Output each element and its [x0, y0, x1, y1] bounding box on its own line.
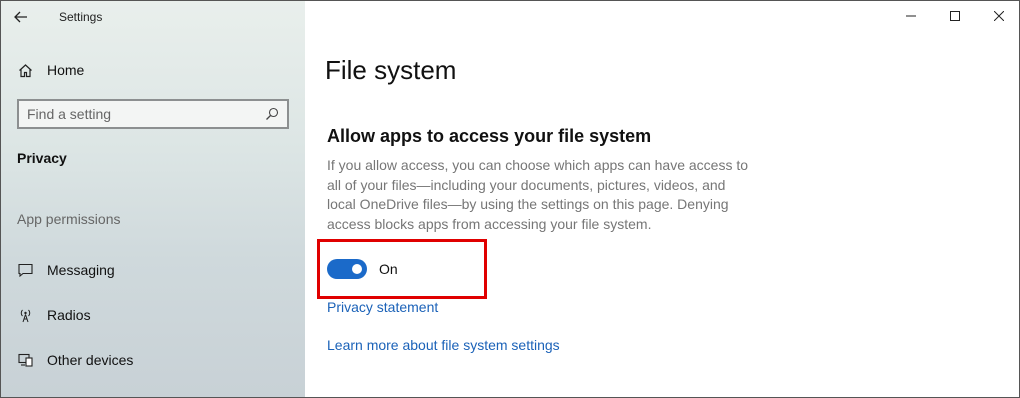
- titlebar-left: Settings: [1, 1, 305, 33]
- sidebar-item-messaging[interactable]: Messaging: [17, 259, 115, 281]
- search-box[interactable]: [17, 99, 289, 129]
- toggle-state-label: On: [379, 261, 398, 277]
- sidebar-item-home[interactable]: Home: [17, 59, 84, 81]
- devices-icon: [17, 352, 33, 368]
- back-arrow-icon: [14, 11, 27, 23]
- file-system-access-toggle[interactable]: [327, 259, 367, 279]
- sidebar-item-label: Other devices: [47, 352, 134, 368]
- search-input[interactable]: [27, 106, 265, 122]
- back-button[interactable]: [1, 1, 41, 33]
- learn-more-link[interactable]: Learn more about file system settings: [327, 337, 560, 353]
- privacy-statement-link[interactable]: Privacy statement: [327, 299, 438, 315]
- access-toggle-row: On: [327, 259, 398, 279]
- app-title: Settings: [59, 10, 103, 24]
- minimize-icon: [906, 15, 916, 17]
- sidebar-item-label: Messaging: [47, 262, 115, 278]
- window-controls: [889, 1, 1019, 31]
- sidebar-item-other-devices[interactable]: Other devices: [17, 349, 133, 371]
- sidebar-item-radios[interactable]: Radios: [17, 304, 91, 326]
- description-text: If you allow access, you can choose whic…: [327, 157, 749, 232]
- search-icon[interactable]: [265, 107, 279, 121]
- page-title: File system: [325, 55, 457, 85]
- settings-window: Settings Home Privacy App permissions: [0, 0, 1020, 398]
- radio-tower-icon: [17, 307, 33, 323]
- sidebar-item-label: Radios: [47, 307, 91, 323]
- home-icon: [17, 62, 33, 78]
- close-button[interactable]: [977, 1, 1019, 31]
- group-title-app-permissions: App permissions: [17, 211, 121, 227]
- sidebar-item-home-label: Home: [47, 62, 85, 78]
- section-heading: Allow apps to access your file system: [327, 126, 652, 146]
- minimize-button[interactable]: [889, 1, 933, 31]
- maximize-button[interactable]: [933, 1, 977, 31]
- main-content: File system Allow apps to access your fi…: [305, 1, 1019, 397]
- sidebar: Settings Home Privacy App permissions: [1, 1, 305, 397]
- maximize-icon: [950, 11, 960, 21]
- section-title-privacy: Privacy: [17, 150, 67, 166]
- message-icon: [17, 262, 33, 278]
- toggle-knob: [352, 264, 362, 274]
- close-icon: [994, 11, 1004, 21]
